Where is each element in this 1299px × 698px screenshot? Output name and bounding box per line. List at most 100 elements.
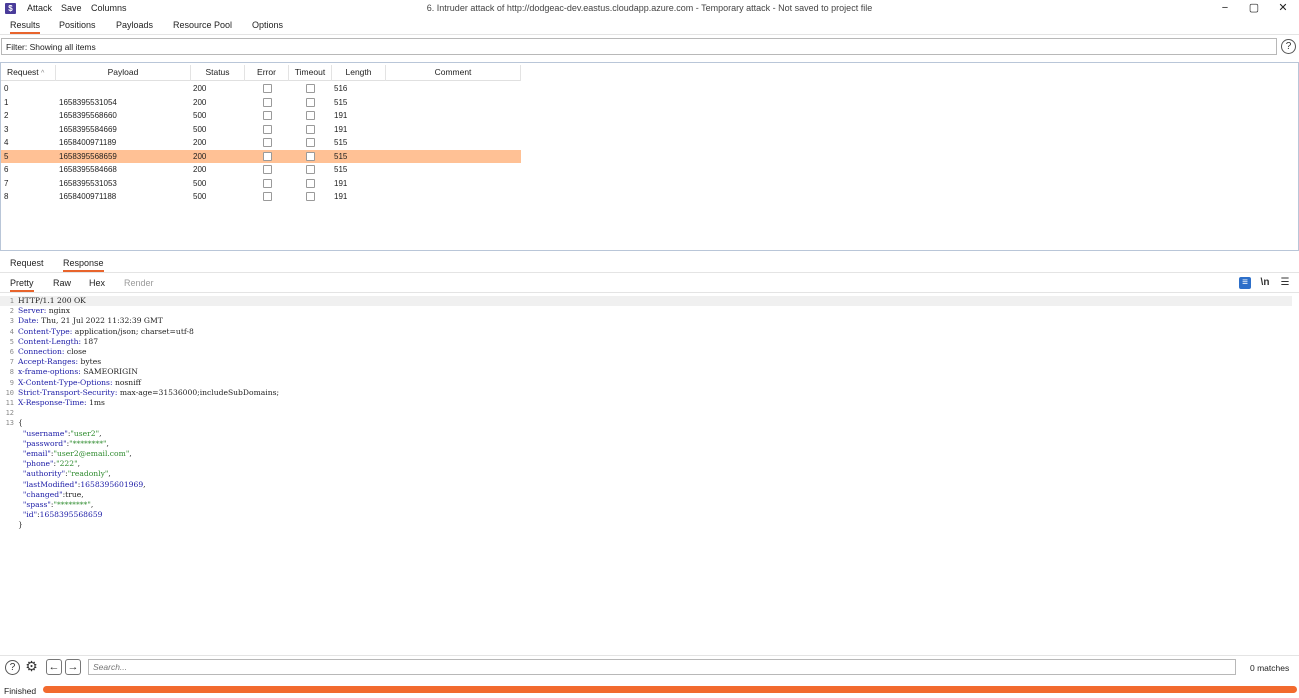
timeout-checkbox	[306, 124, 315, 134]
tab-results[interactable]: Results	[10, 20, 41, 34]
tab-request[interactable]: Request	[10, 258, 44, 270]
line-number: 10	[5, 388, 14, 397]
tab-positions[interactable]: Positions	[59, 20, 96, 32]
help-icon[interactable]: ?	[5, 660, 20, 675]
code-text: x-frame-options: SAMEORIGIN	[18, 367, 138, 377]
column-header-length[interactable]: Length	[332, 65, 386, 81]
tab-raw[interactable]: Raw	[53, 278, 71, 290]
cell-request: 1	[4, 97, 9, 107]
table-row[interactable]: 6 1658395584668 200 515	[1, 163, 521, 177]
forward-arrow-icon[interactable]: →	[65, 659, 81, 675]
column-header-status[interactable]: Status	[191, 65, 245, 81]
code-line: "password":"********",	[0, 439, 1292, 449]
header-name: Connection:	[18, 347, 65, 356]
column-header-payload[interactable]: Payload	[56, 65, 191, 81]
code-line: 3 Date: Thu, 21 Jul 2022 11:32:39 GMT	[0, 316, 1292, 326]
code-line: 12	[0, 408, 1292, 418]
maximize-button[interactable]: ▢	[1243, 1, 1265, 15]
header-value: nosniff	[112, 377, 142, 387]
table-row[interactable]: 2 1658395568660 500 191	[1, 109, 521, 123]
code-text: "changed":true,	[22, 489, 84, 499]
json-key: "changed"	[22, 489, 63, 499]
search-toolbar: ? ⚙ ← → 0 matches	[0, 656, 1299, 678]
cell-payload: 1658395568660	[59, 111, 117, 120]
view-divider	[0, 292, 1299, 293]
code-text: "password":"********",	[22, 438, 109, 448]
json-key: "phone"	[22, 459, 54, 469]
header-name: x-frame-options:	[18, 367, 81, 377]
help-icon[interactable]: ?	[1281, 39, 1296, 54]
results-table: Request ^ Payload Status Error Timeout L…	[0, 62, 1299, 251]
column-header-comment[interactable]: Comment	[386, 65, 521, 81]
cell-length: 515	[334, 165, 348, 174]
tab-hex[interactable]: Hex	[89, 278, 105, 290]
json-value: 1658395568659	[39, 510, 103, 520]
back-arrow-icon[interactable]: ←	[46, 659, 62, 675]
code-line: 6 Connection: close	[0, 347, 1292, 357]
code-line: 8 x-frame-options: SAMEORIGIN	[0, 367, 1292, 377]
filter-bar[interactable]: Filter: Showing all items	[1, 38, 1277, 55]
line-number: 5	[9, 337, 14, 346]
error-checkbox	[263, 151, 272, 161]
cell-length: 515	[334, 151, 348, 161]
hamburger-menu-icon[interactable]: ☰	[1279, 277, 1291, 289]
table-row[interactable]: 1 1658395531054 200 515	[1, 96, 521, 110]
line-number: 1	[9, 297, 14, 305]
show-newlines-icon[interactable]: \n	[1259, 277, 1271, 289]
code-line: 1 HTTP/1.1 200 OK	[0, 296, 1292, 307]
error-checkbox	[263, 111, 272, 120]
table-row[interactable]: 7 1658395531053 500 191	[1, 177, 521, 191]
cell-request: 4	[4, 138, 9, 147]
timeout-checkbox	[306, 138, 315, 147]
request-response-tabs: Request Response	[0, 256, 1299, 272]
cell-length: 516	[334, 84, 348, 93]
error-checkbox	[263, 178, 272, 188]
minimize-button[interactable]: −	[1214, 1, 1236, 15]
table-row[interactable]: 3 1658395584669 500 191	[1, 123, 521, 137]
code-text: "lastModified":1658395601969,	[22, 479, 146, 489]
response-editor[interactable]: 1 HTTP/1.1 200 OK 2 Server: nginx 3 Date: Thu…	[0, 294, 1299, 654]
code-line: 2 Server: nginx	[0, 306, 1292, 316]
error-checkbox	[263, 165, 272, 174]
table-row[interactable]: 0 200 516	[1, 82, 521, 96]
cell-length: 191	[334, 124, 348, 134]
cell-status: 500	[193, 111, 207, 120]
line-number: 13	[5, 419, 14, 428]
search-input[interactable]	[88, 659, 1236, 675]
header-value: nginx	[46, 306, 71, 316]
line-number: 6	[9, 348, 14, 356]
column-header-timeout[interactable]: Timeout	[289, 65, 332, 81]
json-comma: ,	[77, 459, 80, 469]
table-row[interactable]: 4 1658400971189 200 515	[1, 136, 521, 150]
header-name: X-Response-Time:	[18, 398, 87, 407]
tab-resource-pool[interactable]: Resource Pool	[173, 20, 232, 32]
header-value: application/json; charset=utf-8	[72, 326, 194, 336]
cell-status: 200	[193, 151, 207, 161]
code-text: Server: nginx	[18, 306, 70, 316]
json-key: "password"	[22, 438, 67, 448]
code-text: {	[18, 418, 23, 428]
title-bar: $ Attack Save Columns 6. Intruder attack…	[0, 0, 1299, 16]
tab-options[interactable]: Options	[252, 20, 283, 32]
table-row[interactable]: 8 1658400971188 500 191	[1, 190, 521, 204]
json-comma: ,	[129, 449, 132, 458]
header-value: Thu, 21 Jul 2022 11:32:39 GMT	[38, 316, 163, 326]
line-number: 4	[9, 327, 14, 336]
column-label: Request	[7, 67, 39, 77]
wrap-lines-icon[interactable]: ≡	[1239, 277, 1251, 289]
tab-response[interactable]: Response	[63, 258, 104, 272]
cell-length: 191	[334, 111, 348, 120]
tab-payloads[interactable]: Payloads	[116, 20, 153, 32]
tab-render[interactable]: Render	[124, 278, 154, 290]
table-row[interactable]: 5 1658395568659 200 515	[1, 149, 521, 163]
settings-gear-icon[interactable]: ⚙	[24, 659, 39, 675]
tab-pretty[interactable]: Pretty	[10, 278, 34, 292]
column-header-error[interactable]: Error	[245, 65, 289, 81]
column-header-request[interactable]: Request ^	[1, 65, 56, 81]
header-name: X-Content-Type-Options:	[18, 377, 113, 387]
code-text: X-Content-Type-Options: nosniff	[18, 378, 141, 388]
timeout-checkbox	[306, 84, 315, 93]
json-comma: ,	[81, 489, 84, 499]
cell-status: 500	[193, 178, 207, 188]
close-button[interactable]: ✕	[1272, 1, 1294, 15]
